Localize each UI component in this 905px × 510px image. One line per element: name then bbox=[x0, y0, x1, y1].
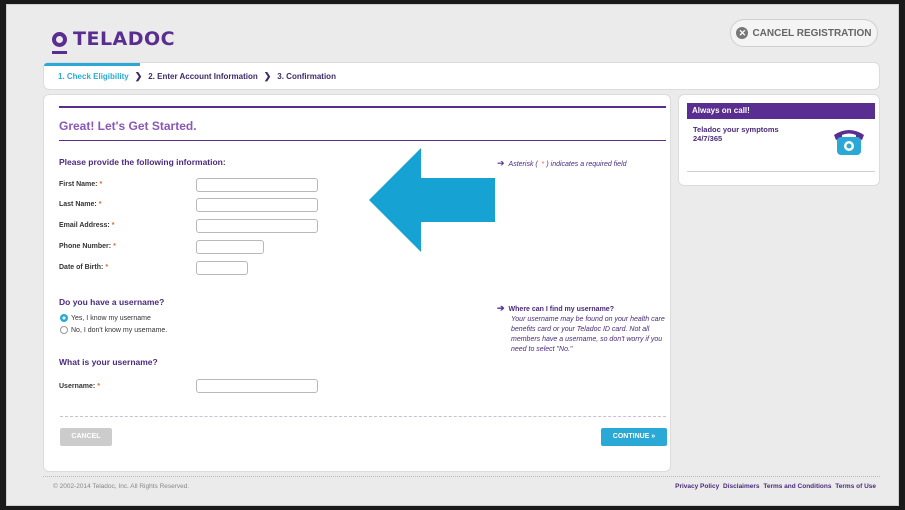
first-name-input[interactable] bbox=[196, 178, 318, 192]
step-account-information: 2. Enter Account Information bbox=[148, 71, 258, 81]
radio-no-username[interactable]: No, I don't know my username. bbox=[60, 326, 167, 334]
arrow-right-icon: ➔ bbox=[497, 158, 505, 168]
username-question: Do you have a username? bbox=[59, 297, 165, 307]
phone-label: Phone Number: * bbox=[59, 243, 116, 250]
chevron-right-icon: ❯ bbox=[134, 70, 143, 81]
side-panel-title: Always on call! bbox=[687, 103, 875, 119]
form-footer-divider bbox=[60, 416, 666, 417]
chevron-right-icon: ❯ bbox=[263, 70, 272, 81]
close-icon: ✕ bbox=[736, 27, 749, 39]
last-name-input[interactable] bbox=[196, 198, 318, 212]
required-note-star: * bbox=[541, 161, 545, 168]
always-on-call-panel: Always on call! Teladoc your symptoms 24… bbox=[678, 94, 880, 186]
radio-yes-label: Yes, I know my username bbox=[71, 314, 151, 322]
cancel-registration-label: CANCEL REGISTRATION bbox=[752, 27, 872, 39]
date-of-birth-input[interactable] bbox=[196, 261, 248, 275]
username-section-title: What is your username? bbox=[59, 357, 158, 367]
username-help-text: Your username may be found on your healt… bbox=[511, 316, 665, 353]
side-panel-divider bbox=[687, 171, 875, 172]
copyright-text: © 2002-2014 Teladoc, Inc. All Rights Res… bbox=[53, 483, 190, 490]
terms-and-conditions-link[interactable]: Terms and Conditions bbox=[763, 483, 831, 490]
cancel-button[interactable]: CANCEL bbox=[60, 428, 112, 446]
radio-unselected-icon[interactable] bbox=[60, 326, 68, 334]
registration-form-panel: Great! Let's Get Started. Please provide… bbox=[43, 94, 671, 472]
email-label: Email Address: * bbox=[59, 222, 115, 229]
step-confirmation: 3. Confirmation bbox=[277, 71, 336, 81]
continue-button[interactable]: CONTINUE » bbox=[601, 428, 667, 446]
terms-of-use-link[interactable]: Terms of Use bbox=[835, 483, 876, 490]
heading-divider bbox=[59, 140, 666, 141]
email-input[interactable] bbox=[196, 219, 318, 233]
footer-links: Privacy Policy Disclaimers Terms and Con… bbox=[673, 483, 876, 490]
step-check-eligibility: 1. Check Eligibility bbox=[58, 71, 129, 81]
teladoc-logo-icon bbox=[52, 31, 67, 54]
page-title: Great! Let's Get Started. bbox=[59, 119, 197, 133]
username-help-title: ➔ Where can I find my username? bbox=[497, 303, 614, 313]
privacy-policy-link[interactable]: Privacy Policy bbox=[675, 483, 719, 490]
required-note-post: ) indicates a required field bbox=[546, 161, 627, 168]
active-step-indicator bbox=[44, 63, 140, 66]
phone-icon bbox=[834, 130, 864, 155]
date-of-birth-label: Date of Birth: * bbox=[59, 264, 109, 271]
username-input[interactable] bbox=[196, 379, 318, 393]
side-panel-text: Teladoc your symptoms 24/7/365 bbox=[693, 125, 779, 143]
big-arrow-icon bbox=[369, 148, 495, 252]
teladoc-logo[interactable]: TELADOC bbox=[52, 28, 176, 54]
radio-no-label: No, I don't know my username. bbox=[71, 326, 168, 334]
phone-input[interactable] bbox=[196, 240, 264, 254]
radio-yes-username[interactable]: Yes, I know my username bbox=[60, 314, 151, 322]
first-name-label: First Name: * bbox=[59, 181, 103, 188]
cancel-registration-button[interactable]: ✕ CANCEL REGISTRATION bbox=[730, 19, 878, 47]
footer-divider bbox=[43, 476, 880, 477]
top-divider bbox=[59, 106, 666, 108]
arrow-right-icon: ➔ bbox=[497, 303, 505, 313]
username-help: ➔ Where can I find my username? Your user… bbox=[497, 303, 669, 355]
browser-viewport: TELADOC ✕ CANCEL REGISTRATION 1. Check E… bbox=[6, 4, 899, 506]
required-note-pre: Asterisk ( bbox=[508, 161, 538, 168]
radio-selected-icon[interactable] bbox=[60, 314, 68, 322]
disclaimers-link[interactable]: Disclaimers bbox=[723, 483, 760, 490]
info-section-title: Please provide the following information… bbox=[59, 157, 226, 167]
registration-steps: 1. Check Eligibility ❯ 2. Enter Account … bbox=[43, 62, 880, 90]
logo-text: TELADOC bbox=[73, 28, 176, 50]
username-label: Username: * bbox=[59, 383, 100, 390]
last-name-label: Last Name: * bbox=[59, 201, 102, 208]
required-field-note: ➔ Asterisk ( * ) indicates a required fie… bbox=[497, 158, 627, 170]
